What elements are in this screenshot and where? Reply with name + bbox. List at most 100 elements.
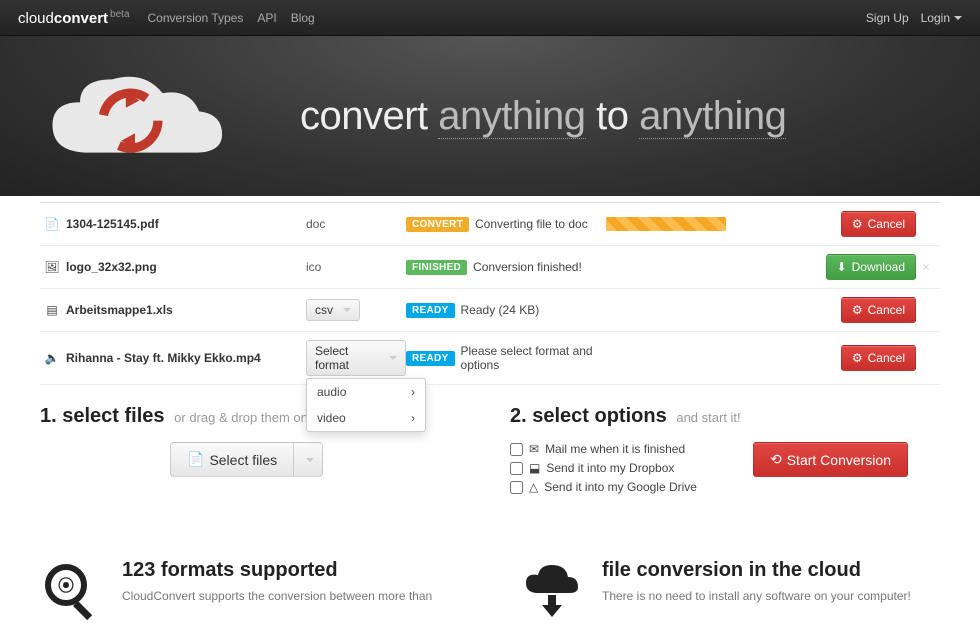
format-dropdown: audio›video› [306, 378, 426, 432]
feature-cloud: file conversion in the cloud There is no… [520, 559, 940, 623]
option-checkbox[interactable] [510, 462, 523, 475]
feature-cloud-desc: There is no need to install any software… [602, 588, 911, 605]
signup-link[interactable]: Sign Up [866, 11, 909, 25]
file-format[interactable]: csv [306, 299, 406, 321]
format-option-audio[interactable]: audio› [307, 379, 425, 405]
hero-tagline: convert anything to anything [300, 94, 786, 139]
chevron-down-icon [954, 16, 962, 20]
start-conversion-button[interactable]: ⟲ Start Conversion [753, 442, 908, 477]
cancel-button[interactable]: ⚙Cancel [841, 345, 916, 371]
option-row: ✉ Mail me when it is finished [510, 442, 697, 456]
format-select[interactable]: csv [306, 299, 360, 321]
nav-right: Sign Up Login [866, 11, 962, 25]
nav-link-blog[interactable]: Blog [291, 11, 315, 25]
step2-hint: and start it! [676, 410, 740, 425]
svg-text:⦿: ⦿ [58, 577, 74, 595]
chevron-right-icon: › [411, 411, 415, 425]
status-text: Converting file to doc [475, 217, 588, 231]
refresh-icon: ⟲ [770, 451, 782, 468]
format-select[interactable]: Select format [306, 340, 406, 376]
file-list: 📄 1304-125145.pdfdocCONVERT Converting fi… [40, 202, 940, 385]
file-status: CONVERT Converting file to doc [406, 217, 606, 232]
option-label: Send it into my Google Drive [544, 480, 697, 494]
file-status: READY Ready (24 KB) [406, 303, 606, 318]
chevron-down-icon [389, 356, 397, 360]
nav-link-conversion-types[interactable]: Conversion Types [148, 11, 244, 25]
magnifier-icon: ⦿ [40, 559, 104, 623]
sheet-icon: ▤ [44, 303, 60, 317]
file-icon: 📄 [187, 451, 204, 468]
steps-row: 1. select files or drag & drop them on t… [40, 405, 940, 499]
cancel-button[interactable]: ⚙Cancel [841, 297, 916, 323]
step2-title: 2. select options [510, 405, 667, 427]
gear-icon: ⚙ [852, 303, 863, 317]
status-text: Ready (24 KB) [461, 303, 540, 317]
status-badge: FINISHED [406, 260, 467, 275]
feature-formats-desc: CloudConvert supports the conversion bet… [122, 588, 432, 605]
file-row: 🔈 Rihanna - Stay ft. Mikky Ekko.mp4Selec… [40, 332, 940, 385]
option-row: △ Send it into my Google Drive [510, 480, 697, 494]
progress-cell [606, 217, 736, 231]
gear-icon: ⚙ [852, 351, 863, 365]
feature-cloud-title: file conversion in the cloud [602, 559, 911, 582]
step1-title: 1. select files [40, 405, 165, 427]
login-link[interactable]: Login [921, 11, 962, 25]
status-badge: READY [406, 303, 455, 318]
gear-icon: ⚙ [852, 217, 863, 231]
select-files-group: 📄 Select files [170, 442, 323, 477]
option-row: ⬓ Send it into my Dropbox [510, 461, 697, 475]
file-status: READY Please select format and options [406, 344, 606, 372]
option-label: Mail me when it is finished [545, 442, 685, 456]
mail-icon: ✉ [529, 442, 539, 456]
hero-banner: convert anything to anything [0, 36, 980, 196]
option-label: Send it into my Dropbox [546, 461, 674, 475]
nav-link-api[interactable]: API [257, 11, 276, 25]
file-name: logo_32x32.png [66, 260, 306, 274]
feature-formats-title: 123 formats supported [122, 559, 432, 582]
chevron-right-icon: › [411, 385, 415, 399]
status-text: Conversion finished! [473, 260, 582, 274]
gdrive-icon: △ [529, 480, 538, 494]
file-name: Arbeitsmappe1.xls [66, 303, 306, 317]
feature-formats: ⦿ 123 formats supported CloudConvert sup… [40, 559, 460, 623]
features-row: ⦿ 123 formats supported CloudConvert sup… [40, 559, 940, 623]
option-checkbox[interactable] [510, 443, 523, 456]
step-select-options: 2. select options and start it! ✉ Mail m… [510, 405, 940, 499]
close-icon[interactable]: × [916, 260, 936, 274]
nav-links: Conversion Types API Blog [148, 11, 866, 25]
status-text: Please select format and options [461, 344, 606, 372]
file-row: 🖼 logo_32x32.pngicoFINISHED Conversion fi… [40, 246, 940, 289]
download-icon: ⬇ [837, 260, 847, 274]
navbar: cloudconvertbeta Conversion Types API Bl… [0, 0, 980, 36]
options-list: ✉ Mail me when it is finished ⬓ Send it … [510, 442, 697, 499]
option-checkbox[interactable] [510, 481, 523, 494]
status-badge: CONVERT [406, 217, 469, 232]
image-icon: 🖼 [44, 260, 60, 274]
brand-badge: beta [110, 9, 129, 20]
file-name: 1304-125145.pdf [66, 217, 306, 231]
select-files-dropdown[interactable] [294, 442, 323, 477]
chevron-down-icon [306, 458, 314, 462]
file-format[interactable]: Select formataudio›video› [306, 340, 406, 376]
file-icon: 📄 [44, 217, 60, 231]
file-format: doc [306, 217, 406, 231]
download-button[interactable]: ⬇Download [826, 254, 916, 280]
cancel-button[interactable]: ⚙Cancel [841, 211, 916, 237]
brand-bold: convert [54, 10, 108, 27]
select-files-button[interactable]: 📄 Select files [170, 442, 294, 477]
brand-thin: cloud [18, 10, 54, 27]
progress-bar [606, 217, 726, 231]
file-row: 📄 1304-125145.pdfdocCONVERT Converting fi… [40, 203, 940, 246]
dropbox-icon: ⬓ [529, 461, 540, 475]
audio-icon: 🔈 [44, 351, 60, 365]
file-status: FINISHED Conversion finished! [406, 260, 606, 275]
status-badge: READY [406, 351, 455, 366]
file-row: ▤ Arbeitsmappe1.xlscsv READY Ready (24 KB)… [40, 289, 940, 332]
brand-logo[interactable]: cloudconvertbeta [18, 9, 130, 27]
chevron-down-icon [343, 308, 351, 312]
file-name: Rihanna - Stay ft. Mikky Ekko.mp4 [66, 351, 306, 365]
file-format: ico [306, 260, 406, 274]
cloud-logo [40, 61, 230, 171]
cloud-download-icon [520, 559, 584, 623]
format-option-video[interactable]: video› [307, 405, 425, 431]
